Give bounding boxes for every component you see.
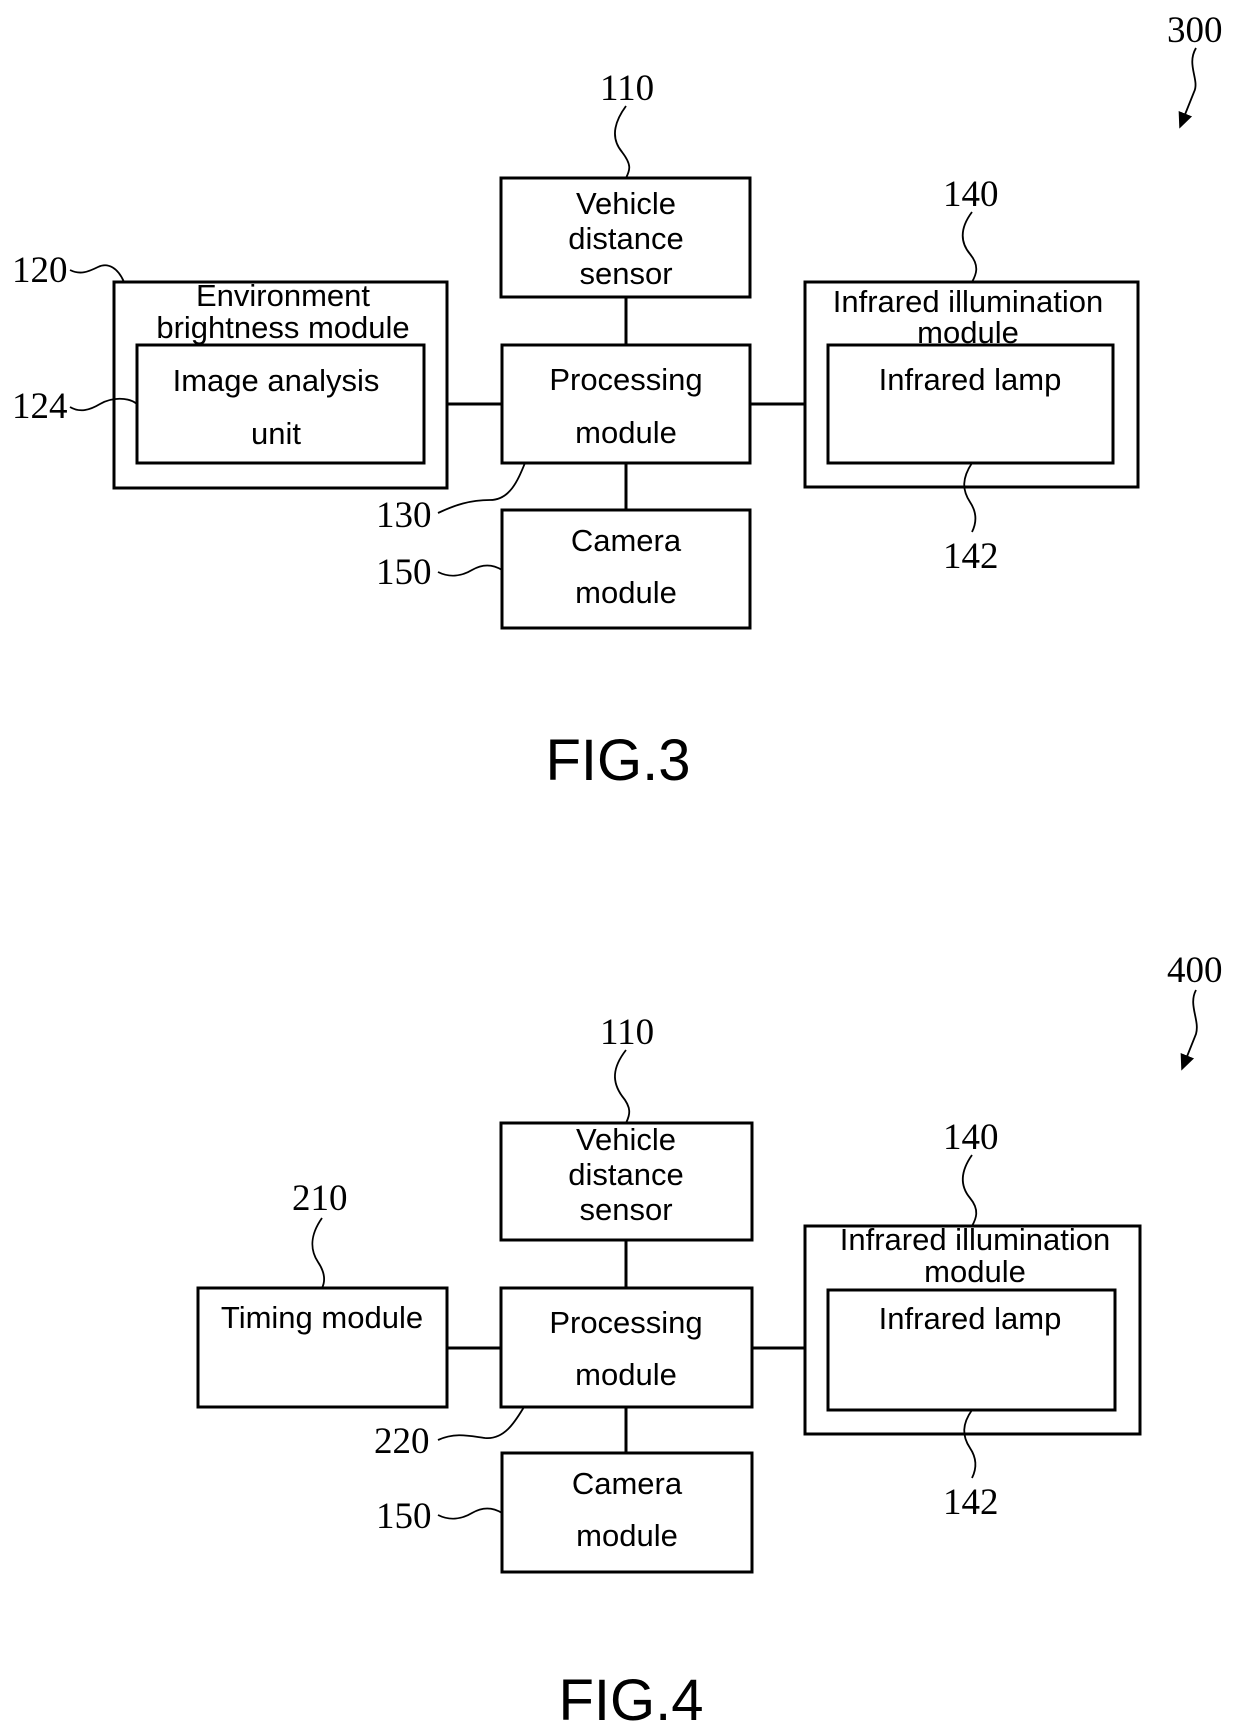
- processing-module-block: Processing module: [499, 1286, 754, 1409]
- block-label: module: [575, 575, 677, 610]
- block-label: Camera: [571, 523, 682, 558]
- ref-label: 140: [943, 1117, 999, 1158]
- block-label: Vehicle: [576, 1122, 676, 1157]
- leader-line: [437, 1406, 525, 1441]
- infrared-illumination-module-block: Infrared illumination module Infrared la…: [803, 1222, 1142, 1436]
- block-label: sensor: [579, 1192, 672, 1227]
- ref-label: 110: [600, 1012, 654, 1053]
- block-label: brightness module: [156, 310, 409, 345]
- leader-line: [961, 1154, 978, 1227]
- leader-line: [961, 211, 978, 283]
- ref-label: 130: [376, 495, 432, 536]
- vehicle-distance-sensor-block: Vehicle distance sensor: [499, 1121, 754, 1242]
- block-label: Infrared lamp: [879, 362, 1062, 397]
- infrared-lamp-block: Infrared lamp: [826, 343, 1115, 465]
- ref-label: 150: [376, 552, 432, 593]
- ref-label: 120: [12, 250, 68, 291]
- block-label: Image analysis: [173, 363, 380, 398]
- image-analysis-unit-block: Image analysis unit: [135, 343, 426, 465]
- ref-label: 210: [292, 1178, 348, 1219]
- vehicle-distance-sensor-block: Vehicle distance sensor: [499, 176, 752, 299]
- ref-label: 140: [943, 174, 999, 215]
- block-label: module: [575, 415, 677, 450]
- block-label: Processing: [549, 362, 702, 397]
- block-label: module: [576, 1518, 678, 1553]
- camera-module-block: Camera module: [500, 1451, 754, 1574]
- infrared-illumination-module-block: Infrared illumination module Infrared la…: [803, 280, 1140, 489]
- block-label: Infrared illumination: [840, 1222, 1111, 1257]
- system-ref-400: 400: [1167, 950, 1223, 991]
- processing-module-block: Processing module: [500, 343, 752, 465]
- system-ref-300: 300: [1167, 10, 1223, 51]
- figure-4: 400 Vehicle distance sensor 110 Timing m…: [196, 950, 1223, 1733]
- figure-3: 300 Vehicle distance sensor 110 Environm…: [12, 10, 1223, 793]
- leader-line: [437, 1507, 503, 1520]
- block-label: Vehicle: [576, 186, 676, 221]
- leader-line: [614, 105, 631, 179]
- system-ref-arrow-icon: [1178, 47, 1197, 129]
- block-label: unit: [251, 416, 301, 451]
- block-label: distance: [568, 1157, 683, 1192]
- leader-line: [437, 564, 503, 577]
- ref-label: 124: [12, 386, 68, 427]
- block-label: module: [575, 1357, 677, 1392]
- block-label: Infrared lamp: [879, 1301, 1062, 1336]
- leader-line: [437, 462, 526, 514]
- ref-label: 110: [600, 68, 654, 109]
- block-label: Timing module: [221, 1300, 423, 1335]
- ref-label: 220: [374, 1421, 430, 1462]
- figure-caption: FIG.4: [558, 1668, 703, 1733]
- camera-module-block: Camera module: [500, 508, 752, 630]
- block-label: module: [924, 1254, 1026, 1289]
- ref-label: 142: [943, 536, 999, 577]
- timing-module-block: Timing module: [196, 1286, 449, 1409]
- leader-line: [311, 1217, 326, 1289]
- block-label: Processing: [549, 1305, 702, 1340]
- ref-label: 142: [943, 1482, 999, 1523]
- block-label: distance: [568, 221, 683, 256]
- infrared-lamp-block: Infrared lamp: [826, 1288, 1117, 1412]
- ref-label: 150: [376, 1496, 432, 1537]
- figure-caption: FIG.3: [545, 728, 690, 793]
- patent-diagram: 300 Vehicle distance sensor 110 Environm…: [12, 10, 1223, 1733]
- leader-line: [69, 264, 125, 283]
- leader-line: [614, 1049, 631, 1124]
- environment-brightness-module-block: Environment brightness module Image anal…: [112, 278, 449, 490]
- block-label: Camera: [572, 1466, 683, 1501]
- block-label: Infrared illumination: [833, 284, 1104, 319]
- system-ref-arrow-icon: [1180, 989, 1198, 1071]
- block-label: sensor: [579, 256, 672, 291]
- block-label: Environment: [196, 278, 370, 313]
